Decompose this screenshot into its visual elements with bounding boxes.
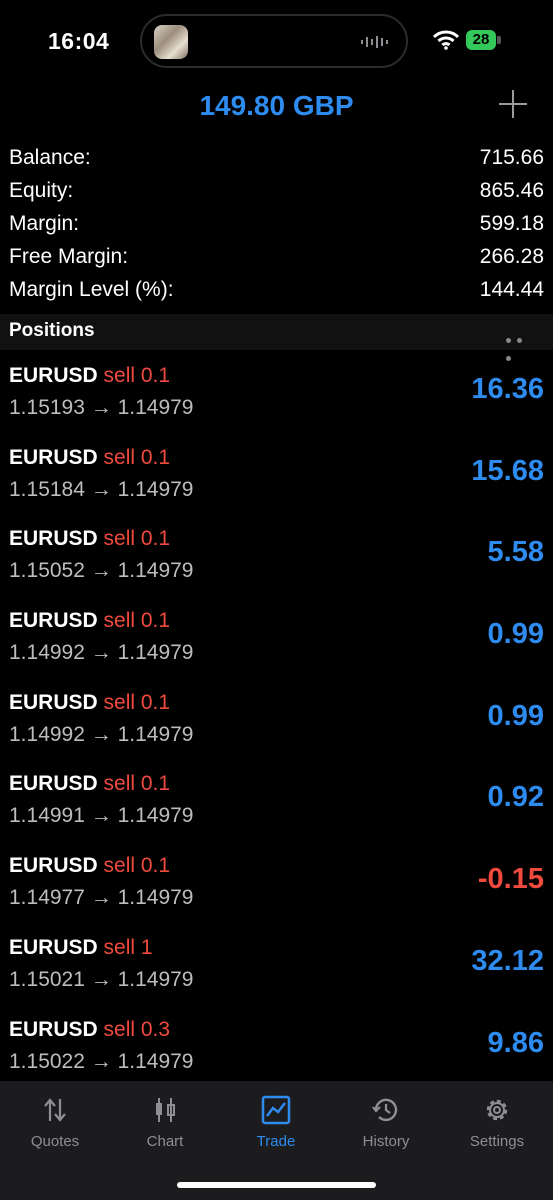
position-profit: 32.12 bbox=[471, 944, 544, 977]
now-playing-artwork bbox=[154, 25, 188, 59]
position-profit: 15.68 bbox=[471, 454, 544, 487]
summary-label: Margin: bbox=[9, 212, 80, 235]
tab-bar: Quotes Chart Trade History Settings bbox=[0, 1081, 553, 1200]
trade-icon bbox=[261, 1095, 291, 1125]
audio-wave-icon bbox=[361, 36, 388, 48]
battery-tip bbox=[497, 36, 501, 44]
account-profit-title: 149.80 GBP bbox=[199, 90, 354, 121]
home-indicator bbox=[177, 1182, 376, 1188]
position-row[interactable]: EURUSD sell 0.1 1.14991 → 1.14979 0.92 bbox=[0, 759, 553, 841]
position-prices: 1.14992 → 1.14979 bbox=[9, 722, 194, 746]
position-prices: 1.15021 → 1.14979 bbox=[9, 967, 194, 991]
position-prices: 1.15184 → 1.14979 bbox=[9, 477, 194, 501]
position-side: sell 0.1 bbox=[103, 854, 171, 878]
position-symbol: EURUSD bbox=[9, 364, 98, 387]
position-profit: 5.58 bbox=[487, 536, 544, 569]
position-row[interactable]: EURUSD sell 0.3 1.15022 → 1.14979 9.86 bbox=[0, 1005, 553, 1087]
summary-value: 599.18 bbox=[479, 212, 544, 235]
summary-value: 715.66 bbox=[479, 146, 544, 169]
position-prices: 1.14977 → 1.14979 bbox=[9, 886, 194, 910]
dynamic-island[interactable] bbox=[140, 14, 408, 68]
history-icon bbox=[372, 1098, 398, 1122]
position-symbol: EURUSD bbox=[9, 609, 98, 633]
summary-row-free-margin: Free Margin: 266.28 bbox=[0, 241, 553, 274]
summary-value: 144.44 bbox=[479, 278, 544, 301]
position-prices: 1.15052 → 1.14979 bbox=[9, 559, 194, 583]
summary-label: Equity: bbox=[9, 179, 74, 202]
account-summary: Balance: 715.66 Equity: 865.46 Margin: 5… bbox=[0, 142, 553, 307]
tab-history[interactable]: History bbox=[331, 1095, 441, 1150]
tab-trade[interactable]: Trade bbox=[221, 1095, 331, 1150]
more-options-icon[interactable] bbox=[506, 330, 536, 361]
summary-label: Free Margin: bbox=[9, 245, 129, 268]
tab-chart[interactable]: Chart bbox=[110, 1095, 220, 1150]
position-profit: -0.15 bbox=[477, 863, 544, 896]
wifi-icon bbox=[433, 30, 459, 50]
quotes-icon bbox=[44, 1098, 66, 1122]
position-prices: 1.14992 → 1.14979 bbox=[9, 641, 194, 665]
position-symbol: EURUSD bbox=[9, 772, 98, 796]
position-side: sell 0.1 bbox=[103, 445, 171, 469]
status-bar: 16:04 28 bbox=[0, 0, 553, 84]
position-profit: 0.99 bbox=[487, 699, 544, 732]
position-row[interactable]: EURUSD sell 0.1 1.14977 → 1.14979 -0.15 bbox=[0, 841, 553, 923]
position-symbol: EURUSD bbox=[9, 690, 98, 714]
position-row[interactable]: EURUSD sell 0.1 1.14992 → 1.14979 0.99 bbox=[0, 596, 553, 678]
position-symbol: EURUSD bbox=[9, 935, 98, 959]
position-side: sell 0.1 bbox=[103, 527, 171, 551]
positions-list: EURUSD sell 0.1 1.15193 → 1.14979 16.36 … bbox=[0, 351, 553, 1086]
chart-icon bbox=[156, 1098, 175, 1122]
position-side: sell 0.1 bbox=[103, 690, 171, 714]
position-side: sell 0.1 bbox=[103, 772, 171, 796]
position-prices: 1.15022 → 1.14979 bbox=[9, 1049, 194, 1073]
positions-section-header: Positions bbox=[0, 314, 553, 361]
trade-header: 149.80 GBP bbox=[0, 84, 553, 130]
tab-settings[interactable]: Settings bbox=[442, 1095, 552, 1150]
positions-title: Positions bbox=[9, 320, 95, 341]
position-side: sell 0.1 bbox=[103, 364, 171, 387]
position-profit: 0.92 bbox=[487, 781, 544, 814]
position-row[interactable]: EURUSD sell 0.1 1.15052 → 1.14979 5.58 bbox=[0, 514, 553, 596]
position-row[interactable]: EURUSD sell 0.1 1.15184 → 1.14979 15.68 bbox=[0, 433, 553, 515]
position-side: sell 0.3 bbox=[103, 1017, 171, 1041]
settings-icon bbox=[486, 1099, 508, 1121]
tab-label: Quotes bbox=[30, 1133, 80, 1150]
summary-row-margin: Margin: 599.18 bbox=[0, 208, 553, 241]
tab-label: Trade bbox=[256, 1133, 296, 1150]
position-prices: 1.14991 → 1.14979 bbox=[9, 804, 194, 828]
tab-label: Settings bbox=[469, 1133, 525, 1150]
tab-quotes[interactable]: Quotes bbox=[0, 1095, 110, 1150]
position-row[interactable]: EURUSD sell 1 1.15021 → 1.14979 32.12 bbox=[0, 923, 553, 1005]
tab-label: Chart bbox=[146, 1133, 184, 1150]
position-profit: 16.36 bbox=[471, 373, 544, 405]
position-side: sell 1 bbox=[103, 935, 153, 959]
position-symbol: EURUSD bbox=[9, 445, 98, 469]
position-profit: 0.99 bbox=[487, 618, 544, 651]
new-order-button[interactable] bbox=[497, 88, 529, 120]
position-profit: 9.86 bbox=[487, 1026, 544, 1059]
position-prices: 1.15193 → 1.14979 bbox=[9, 396, 194, 419]
position-row[interactable]: EURUSD sell 0.1 1.14992 → 1.14979 0.99 bbox=[0, 678, 553, 760]
summary-row-balance: Balance: 715.66 bbox=[0, 142, 553, 175]
position-symbol: EURUSD bbox=[9, 1017, 98, 1041]
position-side: sell 0.1 bbox=[103, 609, 171, 633]
summary-value: 266.28 bbox=[479, 245, 544, 268]
summary-value: 865.46 bbox=[479, 179, 544, 202]
position-row[interactable]: EURUSD sell 0.1 1.15193 → 1.14979 16.36 bbox=[0, 351, 553, 433]
summary-label: Balance: bbox=[9, 146, 91, 169]
summary-row-margin-level: Margin Level (%): 144.44 bbox=[0, 274, 553, 307]
status-time: 16:04 bbox=[48, 28, 110, 54]
summary-row-equity: Equity: 865.46 bbox=[0, 175, 553, 208]
summary-label: Margin Level (%): bbox=[9, 278, 174, 301]
position-symbol: EURUSD bbox=[9, 854, 98, 878]
position-symbol: EURUSD bbox=[9, 527, 98, 551]
battery-indicator: 28 bbox=[466, 30, 496, 50]
tab-label: History bbox=[362, 1133, 410, 1150]
